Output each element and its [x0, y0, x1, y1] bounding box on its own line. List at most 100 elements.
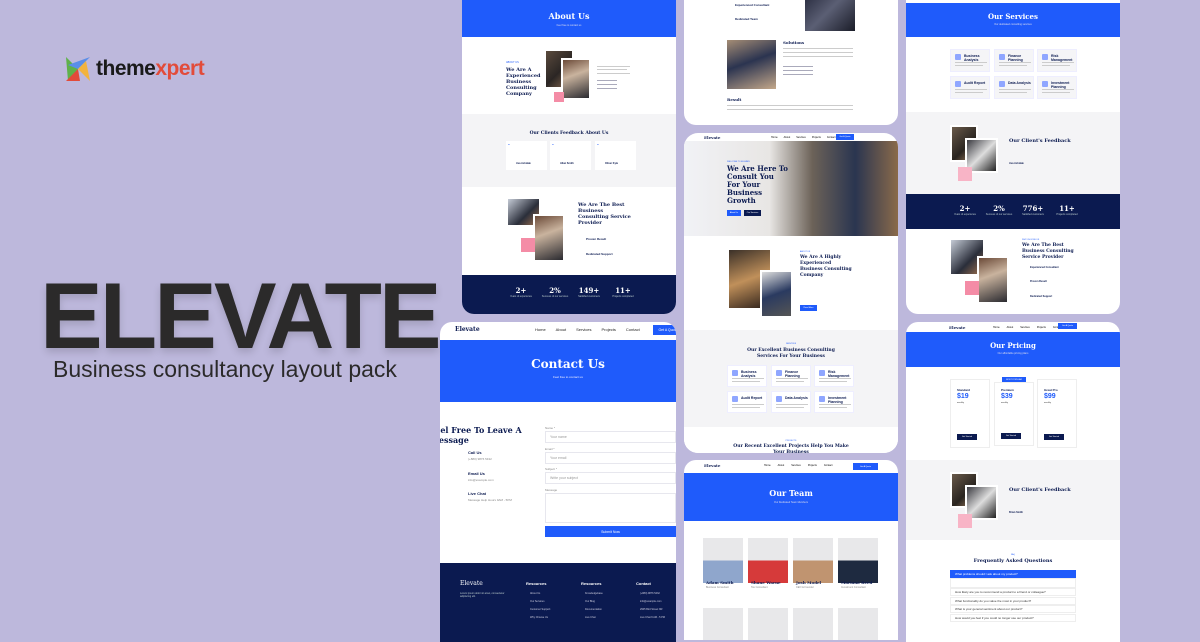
- service-card[interactable]: Data Analysis: [994, 76, 1034, 99]
- subject-field[interactable]: Write your subject: [545, 472, 676, 484]
- faq-item[interactable]: What is your general sentiment about our…: [950, 605, 1076, 613]
- nav-link[interactable]: About: [778, 464, 785, 467]
- about-photo-2: [561, 58, 591, 100]
- pricing-hero-title: Our Pricing: [990, 341, 1036, 350]
- service-card[interactable]: Investment Planning: [1037, 76, 1077, 99]
- team-page-preview[interactable]: Elevate Home About Services Projects Con…: [684, 460, 898, 640]
- service-card[interactable]: Risk Management: [814, 365, 854, 387]
- service-card[interactable]: Business Analysis: [950, 49, 990, 72]
- footer-link[interactable]: Live Chat: [585, 614, 603, 622]
- nav-link[interactable]: Contact: [626, 327, 640, 332]
- submit-button[interactable]: Submit Now: [545, 526, 676, 537]
- plan-button[interactable]: Get Started: [957, 434, 977, 440]
- nav-link[interactable]: Home: [535, 327, 546, 332]
- get-quote-button[interactable]: Get A Quote: [836, 134, 854, 140]
- footer-list: About Us Our Services Customer Support W…: [530, 590, 550, 622]
- get-quote-button[interactable]: Get A Quote: [653, 325, 676, 335]
- footer-link[interactable]: Our Blog: [585, 598, 603, 606]
- plan-price: $99: [1044, 393, 1056, 400]
- get-quote-button[interactable]: Get A Quote: [1058, 323, 1077, 329]
- service-card[interactable]: Business Analysis: [727, 365, 767, 387]
- get-quote-button[interactable]: Get A Quote: [853, 463, 878, 470]
- service-card[interactable]: Risk Management: [1037, 49, 1077, 72]
- email-label: Email *: [545, 447, 555, 451]
- nav-link[interactable]: Projects: [601, 327, 615, 332]
- nav-link[interactable]: Projects: [812, 136, 821, 139]
- nav-link[interactable]: Home: [771, 136, 778, 139]
- faq-item[interactable]: How likely are you to recommend a produc…: [950, 588, 1076, 596]
- feedback-title: Our Clients Feedback About Us: [529, 131, 609, 136]
- footer-col-title: Resources: [526, 581, 547, 586]
- home-hero-title: We Are Here To Consult You For Your Busi…: [727, 164, 788, 205]
- our-services-button[interactable]: Our Services: [744, 210, 761, 216]
- nav-link[interactable]: Home: [993, 326, 1000, 329]
- testimonial-card: ❝ Oliver Kyle: [595, 141, 636, 170]
- nav-link[interactable]: Contact: [824, 464, 833, 467]
- best-heading: We Are The Best Business Consulting Serv…: [1022, 243, 1074, 260]
- nav-link[interactable]: Projects: [808, 464, 817, 467]
- service-card[interactable]: Finance Planning: [994, 49, 1034, 72]
- contact-email-title: Email Us: [468, 471, 485, 476]
- faq-item[interactable]: What functionality do you value the most…: [950, 597, 1076, 605]
- nav-link[interactable]: About: [556, 327, 566, 332]
- solutions-title: Solutions: [783, 40, 805, 45]
- services-page-preview[interactable]: Our Services Our dedicated consulting se…: [906, 0, 1120, 314]
- services-hero-title: Our Services: [988, 12, 1038, 21]
- case-item: Dedicated Team: [735, 17, 758, 21]
- service-card[interactable]: Investment Planning: [814, 391, 854, 413]
- nav-link[interactable]: Contact: [827, 136, 836, 139]
- pricing-card-pro: Great Pro $99 monthly Get Started: [1037, 379, 1077, 448]
- footer-link[interactable]: Why Choose Us: [530, 614, 550, 622]
- faq-item-active[interactable]: What problems should I ask about my prod…: [950, 570, 1076, 578]
- nav-link[interactable]: Services: [576, 327, 591, 332]
- faq-item[interactable]: How would you feel if you could no longe…: [950, 614, 1076, 622]
- pricing-nav: Home About Services Projects Contact: [993, 326, 1061, 329]
- service-card[interactable]: Finance Planning: [771, 365, 811, 387]
- nav-link[interactable]: Services: [796, 136, 806, 139]
- nav-link[interactable]: About: [1007, 326, 1014, 329]
- service-card[interactable]: Data Analysis: [771, 391, 811, 413]
- pink-decor: [958, 167, 972, 181]
- team-member-role: Investment Consultant: [841, 586, 866, 589]
- faq-title: Frequently Asked Questions: [973, 558, 1053, 564]
- case-study-preview[interactable]: Experienced Consultant Dedicated Team So…: [684, 0, 898, 125]
- home-about-heading: We Are A Highly Experienced Business Con…: [800, 255, 852, 278]
- stat: 2+ Years of experience: [509, 286, 532, 298]
- pricing-page-preview[interactable]: Elevate Home About Services Projects Con…: [906, 322, 1120, 642]
- service-card[interactable]: Audit Report: [950, 76, 990, 99]
- about-page-preview[interactable]: About Us Feel free to contact us ABOUT U…: [462, 0, 676, 314]
- footer-link[interactable]: Live Chat 9 AM - 5 PM: [640, 614, 665, 622]
- team-logo: Elevate: [704, 463, 721, 468]
- team-member-photo: [793, 538, 833, 583]
- footer-link[interactable]: Our Services: [530, 598, 550, 606]
- read-more-button[interactable]: Read More: [800, 305, 817, 311]
- plan-button[interactable]: Get Started: [1044, 434, 1064, 440]
- footer-link[interactable]: Customer Support: [530, 606, 550, 614]
- name-label: Name *: [545, 426, 556, 430]
- footer-link[interactable]: Knowledgebase: [585, 590, 603, 598]
- footer-col-title: Contact: [636, 581, 651, 586]
- nav-link[interactable]: Home: [764, 464, 771, 467]
- service-card[interactable]: Audit Report: [727, 391, 767, 413]
- email-field[interactable]: Your email: [545, 452, 676, 464]
- brand-subtitle: Business consultancy layout pack: [53, 356, 397, 382]
- footer-link[interactable]: About Us: [530, 590, 550, 598]
- projects-tag: PROJECTS: [785, 440, 797, 442]
- nav-link[interactable]: About: [784, 136, 791, 139]
- logo-theme: theme: [96, 57, 156, 80]
- home-page-preview[interactable]: Elevate Home About Services Projects Con…: [684, 133, 898, 453]
- footer-link[interactable]: Documentation: [585, 606, 603, 614]
- footer-link[interactable]: 2905 Bird Street NR: [640, 606, 665, 614]
- message-field[interactable]: [545, 493, 676, 523]
- footer-link[interactable]: info@example.com: [640, 598, 665, 606]
- contact-page-preview[interactable]: Elevate Home About Services Projects Con…: [440, 322, 676, 642]
- plan-button[interactable]: Get Started: [1001, 433, 1021, 439]
- nav-link[interactable]: Services: [1020, 326, 1030, 329]
- footer-list: Knowledgebase Our Blog Documentation Liv…: [585, 590, 603, 622]
- nav-link[interactable]: Services: [791, 464, 801, 467]
- nav-link[interactable]: Projects: [1037, 326, 1046, 329]
- name-field[interactable]: Your name: [545, 431, 676, 443]
- footer-link[interactable]: (+880) 9876 5432: [640, 590, 665, 598]
- about-us-button[interactable]: About Us: [727, 210, 741, 216]
- pink-decor: [554, 92, 564, 102]
